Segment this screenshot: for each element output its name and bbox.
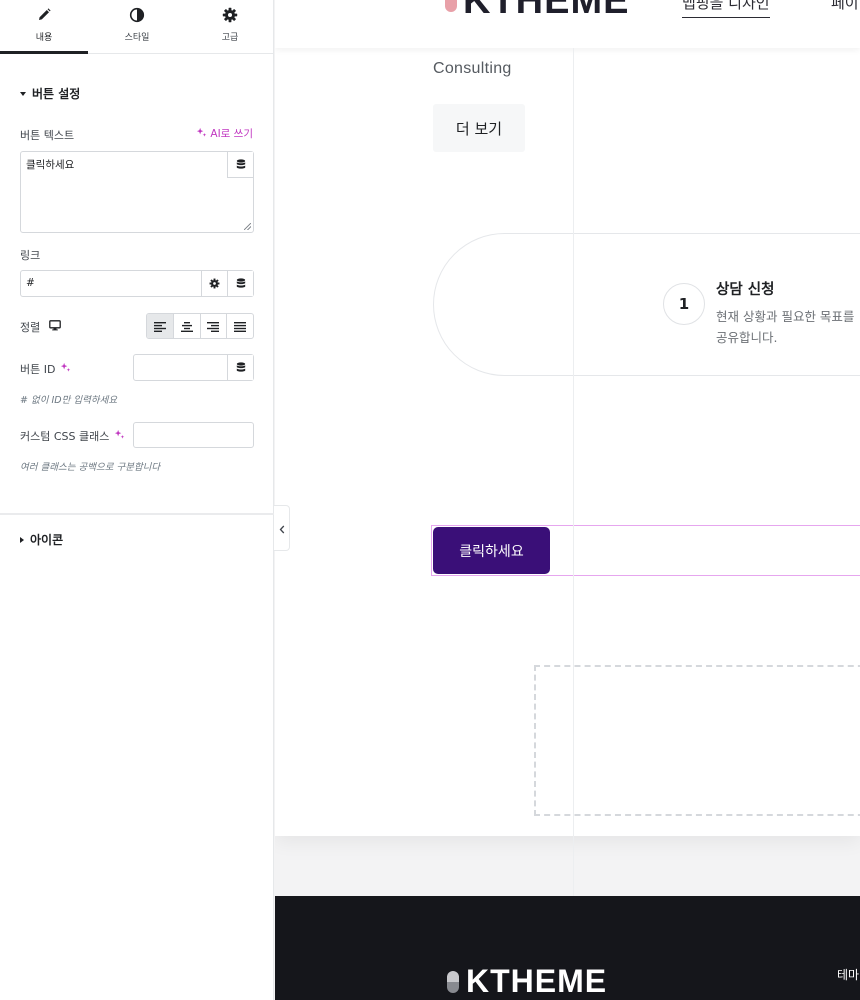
database-icon bbox=[236, 155, 246, 174]
align-justify-button[interactable] bbox=[226, 314, 253, 338]
tab-advanced[interactable]: 고급 bbox=[186, 0, 274, 54]
step-card: 1 상담 신청 현재 상황과 필요한 목표를 공유합니다. bbox=[433, 233, 860, 376]
link-dynamic-tags-button[interactable] bbox=[227, 271, 253, 296]
page-preview: KTHEME 맵핑을 디자인 페이 Consulting 더 보기 1 상담 신… bbox=[275, 0, 860, 836]
button-text-textarea[interactable]: 클릭하세요 bbox=[20, 151, 254, 233]
button-id-note: # 없이 ID만 입력하세요 bbox=[20, 395, 118, 406]
gear-icon bbox=[209, 274, 220, 293]
css-class-note: 여러 클래스는 공백으로 구분합니다 bbox=[20, 462, 161, 473]
gear-icon bbox=[186, 7, 274, 25]
preview-canvas: KTHEME 맵핑을 디자인 페이 Consulting 더 보기 1 상담 신… bbox=[275, 0, 860, 1000]
contrast-icon bbox=[93, 7, 181, 25]
footer-logo[interactable]: KTHEME bbox=[447, 963, 607, 1000]
css-class-label: 커스텀 CSS 클래스 bbox=[20, 430, 110, 443]
nav-link[interactable]: 페이 bbox=[831, 0, 859, 13]
step-description-line: 공유합니다. bbox=[716, 330, 778, 345]
align-left-icon bbox=[153, 317, 166, 336]
link-input[interactable]: # bbox=[20, 270, 254, 297]
cta-button[interactable]: 클릭하세요 bbox=[433, 527, 550, 574]
link-label: 링크 bbox=[20, 249, 41, 262]
section-title: 아이콘 bbox=[30, 533, 64, 547]
button-text-label: 버튼 텍스트 bbox=[20, 129, 75, 142]
dynamic-tags-button[interactable] bbox=[227, 152, 253, 178]
site-logo[interactable]: KTHEME bbox=[445, 0, 629, 23]
logo-text: KTHEME bbox=[463, 0, 630, 22]
more-button[interactable]: 더 보기 bbox=[433, 104, 525, 152]
database-icon bbox=[236, 358, 246, 377]
section-title: 버튼 설정 bbox=[32, 87, 81, 101]
collapse-panel-button[interactable] bbox=[274, 505, 290, 551]
alignment-label: 정렬 bbox=[20, 321, 41, 334]
button-id-input[interactable] bbox=[133, 354, 254, 381]
logo-mark bbox=[445, 0, 457, 12]
database-icon bbox=[236, 274, 246, 293]
section-divider bbox=[0, 513, 274, 515]
align-right-icon bbox=[207, 317, 220, 336]
sparkle-icon[interactable] bbox=[114, 429, 125, 443]
ai-write-button[interactable]: AI로 쓰기 bbox=[196, 126, 253, 141]
tab-label: 스타일 bbox=[124, 33, 150, 43]
link-value: # bbox=[26, 277, 35, 289]
resize-handle[interactable] bbox=[244, 223, 251, 230]
panel-tabs: 내용 스타일 고급 bbox=[0, 0, 274, 54]
site-footer: KTHEME 테마 bbox=[275, 896, 860, 1000]
link-options-button[interactable] bbox=[201, 271, 227, 296]
align-left-button[interactable] bbox=[147, 314, 173, 338]
footer-logo-text: KTHEME bbox=[466, 963, 608, 999]
chevron-left-icon bbox=[279, 519, 285, 538]
alignment-label-row: 정렬 bbox=[20, 319, 62, 335]
align-center-button[interactable] bbox=[172, 314, 200, 338]
logo-mark bbox=[447, 970, 459, 993]
step-title: 상담 신청 bbox=[716, 282, 775, 298]
button-id-label: 버튼 ID bbox=[20, 363, 56, 376]
step-description: 현재 상황과 필요한 목표를 공유합니다. bbox=[716, 306, 860, 348]
tab-content[interactable]: 내용 bbox=[0, 0, 88, 54]
tab-label: 고급 bbox=[221, 33, 239, 43]
step-description-line: 현재 상황과 필요한 목표를 bbox=[716, 309, 855, 324]
sparkle-icon bbox=[196, 127, 207, 141]
section-header-button-settings[interactable]: 버튼 설정 bbox=[20, 85, 80, 102]
tab-label: 내용 bbox=[35, 33, 53, 43]
align-right-button[interactable] bbox=[199, 314, 227, 338]
alignment-control bbox=[146, 313, 254, 339]
site-header: KTHEME 맵핑을 디자인 페이 bbox=[275, 0, 860, 48]
pencil-icon bbox=[0, 7, 88, 25]
css-class-label-row: 커스텀 CSS 클래스 bbox=[20, 428, 125, 444]
tab-style[interactable]: 스타일 bbox=[93, 0, 181, 54]
footer-nav-link[interactable]: 테마 bbox=[837, 966, 859, 983]
caret-right-icon bbox=[20, 536, 24, 543]
section-header-icon[interactable]: 아이콘 bbox=[20, 531, 63, 548]
sparkle-icon[interactable] bbox=[60, 362, 71, 376]
ai-write-label: AI로 쓰기 bbox=[210, 128, 253, 140]
caret-down-icon bbox=[20, 91, 26, 96]
button-id-dynamic-tags-button[interactable] bbox=[227, 355, 253, 380]
empty-widget-placeholder[interactable] bbox=[534, 665, 860, 816]
step-number: 1 bbox=[663, 283, 705, 325]
align-justify-icon bbox=[234, 317, 247, 336]
consulting-text: Consulting bbox=[433, 60, 512, 77]
desktop-icon[interactable] bbox=[49, 320, 62, 334]
column-guide-line bbox=[573, 48, 574, 896]
button-text-value: 클릭하세요 bbox=[26, 159, 75, 171]
nav-link-active[interactable]: 맵핑을 디자인 bbox=[682, 0, 770, 18]
button-id-label-row: 버튼 ID bbox=[20, 361, 71, 377]
editor-panel: 내용 스타일 고급 버튼 설정 버튼 텍스트 AI로 쓰기 클릭하세요 링크 #… bbox=[0, 0, 274, 1000]
align-center-icon bbox=[180, 317, 193, 336]
css-class-input[interactable] bbox=[133, 422, 254, 448]
